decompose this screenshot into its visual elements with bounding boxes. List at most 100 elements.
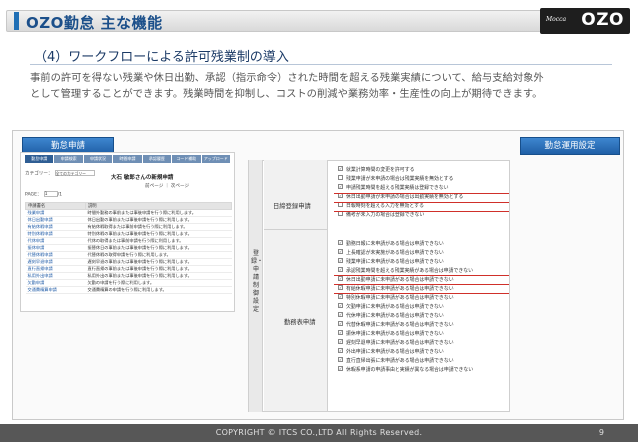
request-name-cell[interactable]: 私用外出申請 bbox=[25, 272, 86, 280]
request-name-cell[interactable]: 代休申請 bbox=[25, 237, 86, 245]
setting-label: 振休申請に未申請がある場合は申請できない bbox=[346, 331, 444, 337]
setting-checkbox[interactable]: ✓ bbox=[338, 330, 343, 335]
setting-checkbox[interactable]: ✓ bbox=[338, 258, 343, 263]
request-name-cell[interactable]: 欠勤申請 bbox=[25, 279, 86, 287]
setting-label: 遅刻早退申請に未申請がある場合は申請できない bbox=[346, 340, 454, 346]
slide-header: OZO勤怠 主な機能 Mocca OZO bbox=[0, 0, 638, 42]
setting-checkbox[interactable]: ✓ bbox=[338, 357, 343, 362]
setting-checkbox[interactable]: ✓ bbox=[338, 303, 343, 308]
owner-title: 大石 敏郎さんの新規申請 bbox=[111, 175, 174, 181]
setting-label: 休日出勤申請が未申請の場合は出勤実績を無効とする bbox=[346, 194, 464, 200]
setting-label: 申請残業時間を超える残業実績は登録できない bbox=[346, 185, 449, 191]
setting-option: ✓ 勤務日報に未申請がある場合は申請できない bbox=[334, 240, 510, 249]
request-name-cell[interactable]: 休日出勤申請 bbox=[25, 216, 86, 224]
table-row[interactable]: 振休申請 振替休日の事前または事後申請を行う際に利用します。 bbox=[25, 244, 232, 252]
setting-checkbox[interactable]: ✓ bbox=[338, 366, 343, 371]
daily-registration-label: 日締登録申請 bbox=[273, 203, 311, 210]
setting-label: 有給休暇申請に未申請がある場合は申請できない bbox=[346, 286, 454, 292]
setting-checkbox[interactable]: ✓ bbox=[338, 276, 343, 281]
table-row[interactable]: 代替休暇申請 代替休暇の取得申請を行う際に利用します。 bbox=[25, 251, 232, 259]
ozo-logo: Mocca OZO bbox=[540, 8, 630, 34]
request-name-cell[interactable]: 振休申請 bbox=[25, 244, 86, 252]
setting-label: 承認残業時間を超える残業実績がある場合は申請できない bbox=[346, 268, 474, 274]
description-line-1: 事前の許可を得ない残業や休日出勤、承認（指示命令）された時間を超える残業実績につ… bbox=[30, 72, 544, 84]
attendance-settings-button[interactable]: 勤怠運用設定 bbox=[520, 137, 620, 155]
tab-request[interactable]: 勤怠申請 bbox=[25, 155, 54, 163]
table-row[interactable]: 直行直帰申請 直行直帰の事前または事後申請を行う際に利用します。 bbox=[25, 265, 232, 273]
setting-checkbox[interactable]: ✓ bbox=[338, 240, 343, 245]
setting-checkbox[interactable]: ✓ bbox=[338, 267, 343, 272]
request-table-body: 残業申請 時間外勤務の事前または事後申請を行う際に利用します。 休日出勤申請 休日出勤… bbox=[25, 209, 232, 294]
column-header-name: 申請書名 bbox=[25, 202, 86, 210]
request-list-screen: 勤怠申請 申請検索 申請状況 時間申請 承認履歴 コード補助 アップロード カテ… bbox=[20, 152, 235, 312]
tab-history[interactable]: 承認履歴 bbox=[142, 155, 172, 163]
table-row[interactable]: 代休申請 代休の取得または事前申請を行う際に利用します。 bbox=[25, 237, 232, 245]
setting-option: ✓ 特別休暇申請に未申請がある場合は申請できない bbox=[334, 294, 510, 303]
setting-option: ✓ 遅刻早退申請に未申請がある場合は申請できない bbox=[334, 339, 510, 348]
request-description-cell: 振替休日の事前または事後申請を行う際に利用します。 bbox=[85, 244, 232, 252]
setting-checkbox[interactable]: ✓ bbox=[338, 321, 343, 326]
description: 事前の許可を得ない残業や休日出勤、承認（指示命令）された時間を超える残業実績につ… bbox=[30, 70, 620, 102]
tab-time[interactable]: 時間申請 bbox=[113, 155, 142, 163]
setting-checkbox[interactable] bbox=[338, 175, 343, 180]
logo-main-text: OZO bbox=[581, 10, 624, 30]
request-name-cell[interactable]: 有給休暇申請 bbox=[25, 223, 86, 231]
table-row[interactable]: 私用外出申請 私用外出の事前または事後申請を行う際に利用します。 bbox=[25, 272, 232, 280]
table-row[interactable]: 遅刻早退申請 遅刻早退の事前または事後申請を行う際に利用します。 bbox=[25, 258, 232, 266]
pager-links[interactable]: 前ページ ｜ 次ページ bbox=[145, 183, 189, 189]
setting-checkbox[interactable]: ✓ bbox=[338, 294, 343, 299]
setting-option: ✓ 残業申請に未申請がある場合は申請できない bbox=[334, 258, 510, 267]
header-accent-mark bbox=[14, 12, 19, 30]
table-row[interactable]: 有給休暇申請 有給休暇取得または事前申請を行う際に利用します。 bbox=[25, 223, 232, 231]
setting-option: ✓ 休暇系申請の申請事由と実績が異なる場合は申請できない bbox=[334, 366, 510, 375]
table-row[interactable]: 残業申請 時間外勤務の事前または事後申請を行う際に利用します。 bbox=[25, 209, 232, 217]
setting-option: ✓ 上長確認が未実施がある場合は申請できない bbox=[334, 249, 510, 258]
column-header-description: 説明 bbox=[85, 202, 232, 210]
setting-option: 日報時刻を超える入力を無効とする bbox=[334, 202, 510, 211]
page-select[interactable]: 1 bbox=[43, 191, 58, 197]
tab-code[interactable]: コード補助 bbox=[172, 155, 201, 163]
tab-status[interactable]: 申請状況 bbox=[83, 155, 113, 163]
request-name-cell[interactable]: 交通費精算申請 bbox=[25, 286, 86, 294]
setting-checkbox[interactable]: ✓ bbox=[338, 312, 343, 317]
request-name-cell[interactable]: 直行直帰申請 bbox=[25, 265, 86, 273]
highlight-line bbox=[334, 284, 509, 285]
category-select-value: 全てのカテゴリー bbox=[55, 171, 86, 176]
request-name-cell[interactable]: 特別休暇申請 bbox=[25, 230, 86, 238]
logo-small-text: Mocca bbox=[546, 16, 567, 23]
setting-checkbox[interactable]: ✓ bbox=[338, 249, 343, 254]
category-filter: カテゴリー： 全てのカテゴリー bbox=[25, 170, 95, 177]
category-select[interactable]: 全てのカテゴリー bbox=[54, 170, 95, 176]
table-row[interactable]: 休日出勤申請 休日出勤の事前または事後申請を行う際に利用します。 bbox=[25, 216, 232, 224]
highlight-line bbox=[334, 293, 509, 294]
table-row[interactable]: 特別休暇申請 特別休暇の事前または事後申請を行う際に利用します。 bbox=[25, 230, 232, 238]
setting-label: 休日出勤申請に未申請がある場合は申請できない bbox=[346, 277, 454, 283]
setting-label: 上長確認が未実施がある場合は申請できない bbox=[346, 250, 444, 256]
page-number: 9 bbox=[598, 428, 604, 437]
request-name-cell[interactable]: 残業申請 bbox=[25, 209, 86, 217]
table-row[interactable]: 欠勤申請 欠勤の申請を行う際に利用します。 bbox=[25, 279, 232, 287]
timesheet-request-label: 勤務表申請 bbox=[284, 319, 316, 326]
copyright: COPYRIGHT © ITCS CO.,LTD All Rights Rese… bbox=[215, 428, 423, 437]
setting-checkbox[interactable]: ✓ bbox=[338, 348, 343, 353]
setting-label: 代替休暇申請に未申請がある場合は申請できない bbox=[346, 322, 454, 328]
setting-label: 残業申請に未申請がある場合は申請できない bbox=[346, 259, 444, 265]
setting-option: ✓ 外出申請に未申請がある場合は申請できない bbox=[334, 348, 510, 357]
tab-search[interactable]: 申請検索 bbox=[54, 155, 83, 163]
setting-checkbox[interactable]: ✓ bbox=[338, 184, 343, 189]
setting-option: 残業申請が未申請の場合は残業実績を無効とする bbox=[334, 175, 510, 184]
setting-checkbox[interactable]: ✓ bbox=[338, 285, 343, 290]
setting-checkbox[interactable]: ✓ bbox=[338, 339, 343, 344]
request-name-cell[interactable]: 遅刻早退申請 bbox=[25, 258, 86, 266]
setting-checkbox[interactable]: ✓ bbox=[338, 166, 343, 171]
page-select-value: 1 bbox=[44, 192, 48, 197]
setting-label: 代休申請に未申請がある場合は申請できない bbox=[346, 313, 444, 319]
table-row[interactable]: 交通費精算申請 交通費精算の申請を行う際に利用します。 bbox=[25, 286, 232, 294]
page-selector: PAGE： 1/1 bbox=[25, 191, 62, 198]
setting-label: 日報時刻を超える入力を無効とする bbox=[346, 203, 424, 209]
request-description-cell: 代替休暇の取得申請を行う際に利用します。 bbox=[85, 251, 232, 259]
request-description-cell: 直行直帰の事前または事後申請を行う際に利用します。 bbox=[85, 265, 232, 273]
tab-upload[interactable]: アップロード bbox=[201, 155, 230, 163]
page-total: /1 bbox=[57, 192, 63, 198]
request-name-cell[interactable]: 代替休暇申請 bbox=[25, 251, 86, 259]
